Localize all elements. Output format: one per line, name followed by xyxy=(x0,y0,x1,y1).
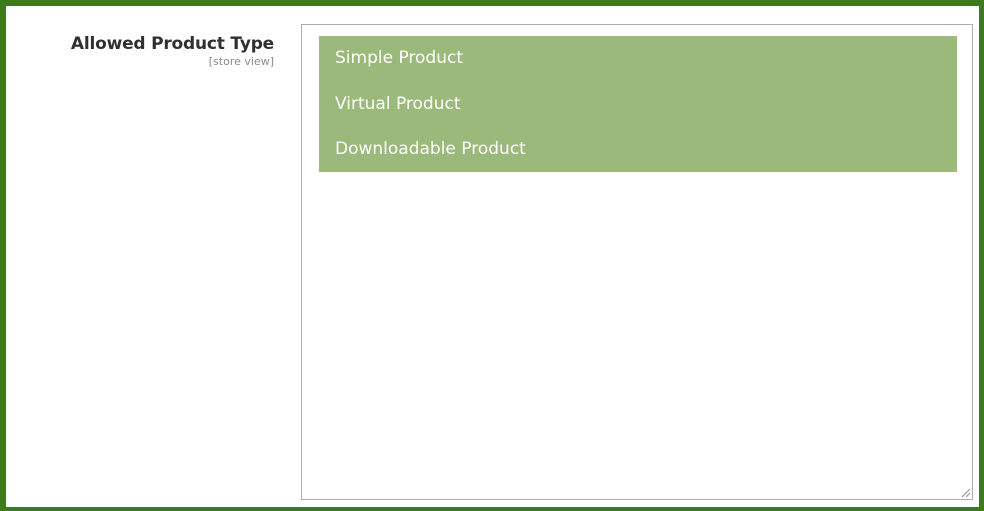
resize-handle-icon[interactable] xyxy=(960,487,970,497)
option-downloadable-product[interactable]: Downloadable Product xyxy=(319,127,957,172)
field-scope-label: [store view] xyxy=(208,55,274,68)
option-virtual-product[interactable]: Virtual Product xyxy=(319,82,957,127)
field-label: Allowed Product Type xyxy=(70,34,274,54)
multiselect-options: Simple Product Virtual Product Downloada… xyxy=(319,36,957,172)
field-label-group: Allowed Product Type [store view] xyxy=(71,34,274,68)
option-simple-product[interactable]: Simple Product xyxy=(319,36,957,82)
allowed-product-type-multiselect[interactable]: Simple Product Virtual Product Downloada… xyxy=(301,24,973,500)
